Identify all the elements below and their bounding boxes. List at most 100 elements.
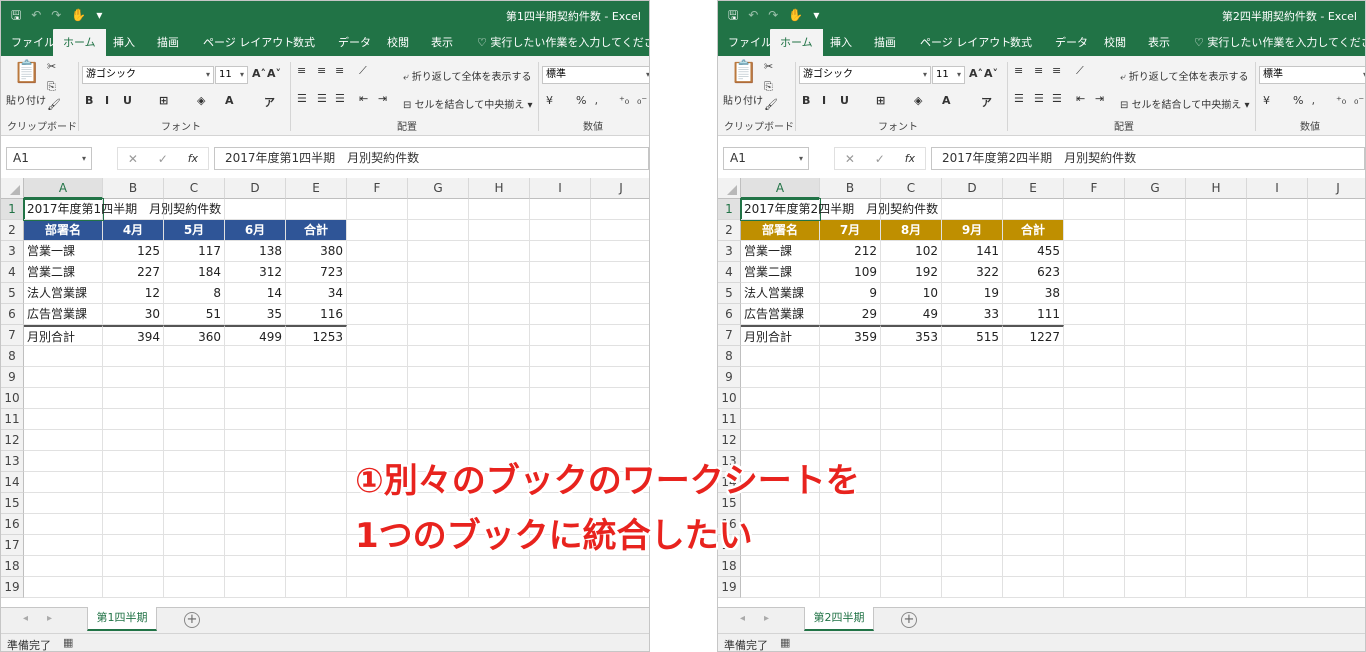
cell-B8[interactable]: [820, 346, 881, 367]
row-header-11[interactable]: 11: [718, 409, 741, 430]
cell-B5[interactable]: 9: [820, 283, 881, 304]
cell-D19[interactable]: [225, 577, 286, 598]
row-header-11[interactable]: 11: [1, 409, 24, 430]
undo-icon[interactable]: ↶: [748, 6, 758, 24]
cell-A1[interactable]: 2017年度第2四半期 月別契約件数: [741, 199, 938, 220]
cell-F5[interactable]: [1064, 283, 1125, 304]
cut-icon[interactable]: ✂: [764, 60, 773, 73]
cancel-icon[interactable]: ✕: [845, 152, 855, 166]
cell-F9[interactable]: [347, 367, 408, 388]
row-header-1[interactable]: 1: [1, 199, 24, 220]
row-header-10[interactable]: 10: [718, 388, 741, 409]
cell-E5[interactable]: 34: [286, 283, 347, 304]
cell-J4[interactable]: [1308, 262, 1365, 283]
cell-E9[interactable]: [286, 367, 347, 388]
cell-C6[interactable]: 51: [164, 304, 225, 325]
row-header-19[interactable]: 19: [718, 577, 741, 598]
cell-C14[interactable]: [164, 472, 225, 493]
cell-E4[interactable]: 623: [1003, 262, 1064, 283]
cell-F6[interactable]: [347, 304, 408, 325]
cell-B15[interactable]: [103, 493, 164, 514]
cell-F1[interactable]: [1064, 199, 1125, 220]
column-header-G[interactable]: G: [408, 178, 469, 199]
cell-F12[interactable]: [1064, 430, 1125, 451]
cell-F11[interactable]: [1064, 409, 1125, 430]
cell-G5[interactable]: [1125, 283, 1186, 304]
cell-D17[interactable]: [225, 535, 286, 556]
cell-A2[interactable]: 部署名: [24, 220, 103, 241]
cell-G17[interactable]: [1125, 535, 1186, 556]
increase-decimal-icon[interactable]: ⁺₀: [619, 94, 629, 107]
cell-G8[interactable]: [1125, 346, 1186, 367]
cell-J2[interactable]: [1308, 220, 1365, 241]
cell-F4[interactable]: [347, 262, 408, 283]
cell-H7[interactable]: [469, 325, 530, 346]
cell-G12[interactable]: [1125, 430, 1186, 451]
cell-E7[interactable]: 1227: [1003, 325, 1064, 346]
number-format-select[interactable]: 標準 ▾: [542, 66, 649, 84]
column-header-H[interactable]: H: [1186, 178, 1247, 199]
fill-color-icon[interactable]: ◈: [197, 94, 205, 107]
cell-C3[interactable]: 117: [164, 241, 225, 262]
cell-H14[interactable]: [1186, 472, 1247, 493]
cell-H19[interactable]: [469, 577, 530, 598]
cell-C10[interactable]: [881, 388, 942, 409]
cell-A11[interactable]: [24, 409, 103, 430]
row-header-12[interactable]: 12: [718, 430, 741, 451]
phonetic-icon[interactable]: ア: [264, 94, 275, 110]
comma-icon[interactable]: ⸴: [1312, 94, 1315, 109]
cell-E11[interactable]: [286, 409, 347, 430]
cell-E19[interactable]: [286, 577, 347, 598]
tell-me-search[interactable]: ♡ 実行したい作業を入力してください: [477, 29, 649, 56]
cell-B17[interactable]: [820, 535, 881, 556]
cell-E15[interactable]: [286, 493, 347, 514]
cell-F16[interactable]: [1064, 514, 1125, 535]
column-header-I[interactable]: I: [530, 178, 591, 199]
cell-G10[interactable]: [1125, 388, 1186, 409]
cell-J9[interactable]: [591, 367, 649, 388]
align-center-icon[interactable]: ☰: [1034, 92, 1044, 105]
font-size-select[interactable]: 11 ▾: [215, 66, 248, 84]
cell-B19[interactable]: [103, 577, 164, 598]
cell-D13[interactable]: [942, 451, 1003, 472]
cell-E1[interactable]: [286, 199, 347, 220]
wrap-text-button[interactable]: ⤶ 折り返して全体を表示する: [1120, 68, 1248, 83]
cell-I4[interactable]: [530, 262, 591, 283]
cell-G19[interactable]: [1125, 577, 1186, 598]
cell-H6[interactable]: [469, 304, 530, 325]
cell-E17[interactable]: [286, 535, 347, 556]
column-header-H[interactable]: H: [469, 178, 530, 199]
cell-B7[interactable]: 394: [103, 325, 164, 346]
cell-A4[interactable]: 営業二課: [24, 262, 103, 283]
tab-4[interactable]: ページ レイアウト: [920, 29, 1011, 56]
tab-0[interactable]: ファイル: [11, 29, 55, 56]
cell-F14[interactable]: [1064, 472, 1125, 493]
cell-F1[interactable]: [347, 199, 408, 220]
touch-mode-icon[interactable]: ✋: [788, 6, 803, 24]
shrink-font-icon[interactable]: A˅: [984, 67, 998, 80]
cell-D7[interactable]: 499: [225, 325, 286, 346]
row-header-14[interactable]: 14: [1, 472, 24, 493]
cell-G4[interactable]: [1125, 262, 1186, 283]
cell-H2[interactable]: [469, 220, 530, 241]
format-painter-icon[interactable]: 🖌: [764, 98, 778, 111]
cell-E18[interactable]: [286, 556, 347, 577]
cell-D2[interactable]: 6月: [225, 220, 286, 241]
cell-E9[interactable]: [1003, 367, 1064, 388]
cell-D9[interactable]: [942, 367, 1003, 388]
cell-B16[interactable]: [820, 514, 881, 535]
cell-E11[interactable]: [1003, 409, 1064, 430]
cell-E6[interactable]: 116: [286, 304, 347, 325]
font-size-select[interactable]: 11 ▾: [932, 66, 965, 84]
cell-A7[interactable]: 月別合計: [741, 325, 820, 346]
cell-G2[interactable]: [408, 220, 469, 241]
cell-B12[interactable]: [820, 430, 881, 451]
cell-D1[interactable]: [942, 199, 1003, 220]
cell-A10[interactable]: [741, 388, 820, 409]
cell-J13[interactable]: [1308, 451, 1365, 472]
cell-I1[interactable]: [530, 199, 591, 220]
font-name-select[interactable]: 游ゴシック ▾: [799, 66, 931, 84]
tab-1[interactable]: ホーム: [770, 29, 823, 56]
cell-C17[interactable]: [164, 535, 225, 556]
align-bottom-icon[interactable]: ≡: [1052, 64, 1061, 77]
